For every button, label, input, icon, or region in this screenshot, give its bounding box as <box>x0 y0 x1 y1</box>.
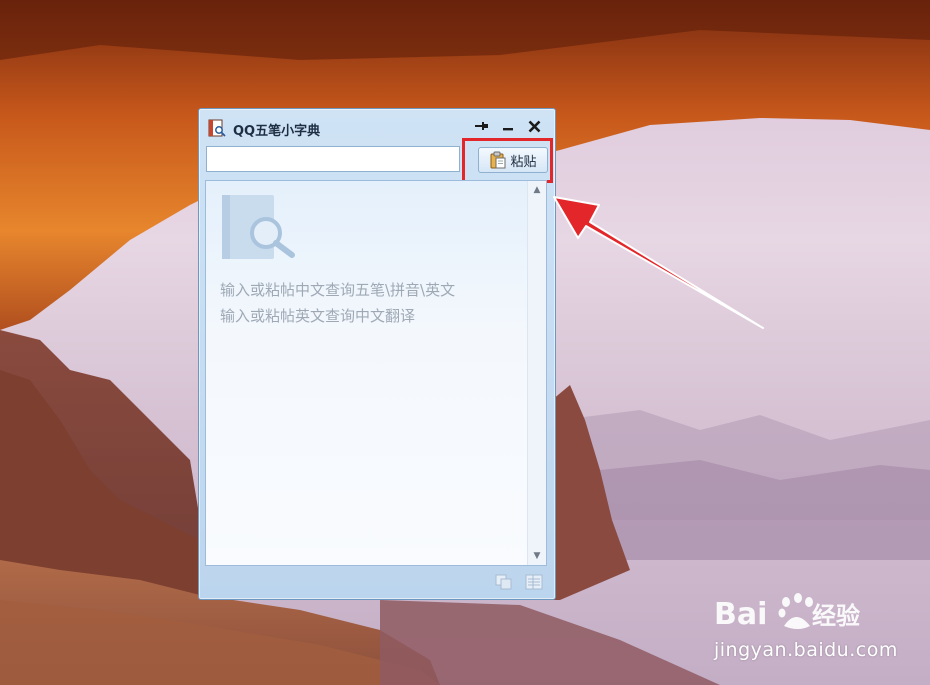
close-icon <box>528 120 540 132</box>
minimize-icon <box>503 128 513 131</box>
hint-line: 输入或粘帖英文查询中文翻译 <box>220 307 416 325</box>
search-input[interactable] <box>206 146 460 172</box>
list-icon[interactable] <box>525 574 543 590</box>
book-search-icon <box>222 195 295 259</box>
window-title: QQ五笔小字典 <box>233 124 321 139</box>
scroll-up-arrow[interactable]: ▲ <box>531 185 543 195</box>
results-panel: 输入或粘帖中文查询五笔\拼音\英文 输入或粘帖英文查询中文翻译 ▲ ▼ <box>205 180 547 566</box>
svg-text:Bai: Bai <box>714 597 767 632</box>
paste-button[interactable]: 粘贴 <box>478 147 548 173</box>
baidu-jingyan-logo: Bai 经验 <box>714 593 860 632</box>
minimize-button[interactable] <box>499 117 517 135</box>
watermark-url: jingyan.baidu.com <box>714 639 898 661</box>
pin-icon <box>475 122 488 130</box>
clipboard-icon <box>490 151 506 169</box>
dictionary-window: QQ五笔小字典 粘贴 输入或粘帖中文查询五笔\拼音\英文 输入或粘帖英文查询中文… <box>198 108 556 600</box>
paste-button-label: 粘贴 <box>510 154 537 170</box>
close-button[interactable] <box>525 117 543 135</box>
svg-text:经验: 经验 <box>812 602 860 630</box>
dictionary-app-icon <box>208 119 226 137</box>
scroll-down-arrow[interactable]: ▼ <box>531 551 543 561</box>
title-bar[interactable]: QQ五笔小字典 <box>199 109 555 145</box>
vertical-scrollbar[interactable]: ▲ ▼ <box>527 181 546 565</box>
hint-line: 输入或粘帖中文查询五笔\拼音\英文 <box>220 281 456 299</box>
copy-icon[interactable] <box>495 574 513 590</box>
pin-button[interactable] <box>473 117 491 135</box>
